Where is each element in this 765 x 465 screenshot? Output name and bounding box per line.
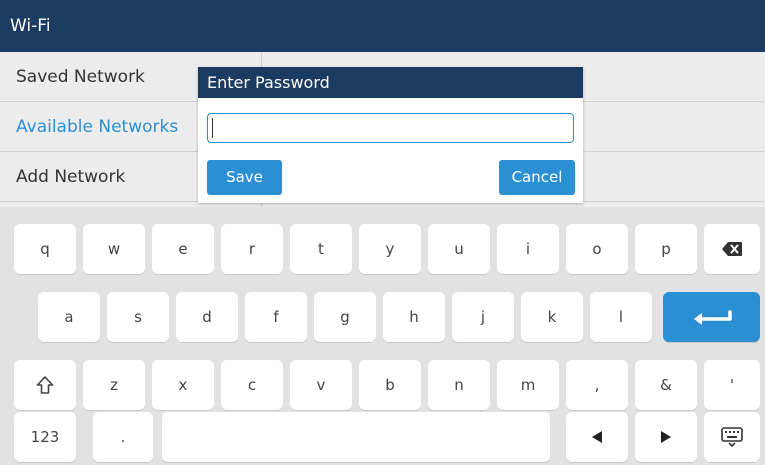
key-apostrophe[interactable]: ' <box>704 360 760 410</box>
key-period[interactable]: . <box>93 412 153 462</box>
key-h[interactable]: h <box>383 292 445 342</box>
key-s[interactable]: s <box>107 292 169 342</box>
title-bar: Wi-Fi <box>0 0 765 52</box>
wifi-screen: Wi-Fi Saved Network Available Networks A… <box>0 0 765 465</box>
key-y[interactable]: y <box>359 224 421 274</box>
key-t[interactable]: t <box>290 224 352 274</box>
key-q[interactable]: q <box>14 224 76 274</box>
menu-item-label: Available Networks <box>16 117 179 137</box>
cursor-right-key[interactable] <box>635 412 697 462</box>
key-p[interactable]: p <box>635 224 697 274</box>
key-x[interactable]: x <box>152 360 214 410</box>
dialog-title: Enter Password <box>198 67 583 98</box>
page-title: Wi-Fi <box>10 16 51 36</box>
backspace-key[interactable] <box>704 224 760 274</box>
hide-keyboard-key[interactable] <box>704 412 760 462</box>
key-i[interactable]: i <box>497 224 559 274</box>
key-k[interactable]: k <box>521 292 583 342</box>
key-j[interactable]: j <box>452 292 514 342</box>
menu-item-label: Add Network <box>16 167 126 187</box>
key-l[interactable]: l <box>590 292 652 342</box>
numeric-mode-key[interactable]: 123 <box>14 412 76 462</box>
save-button[interactable]: Save <box>207 160 282 195</box>
key-m[interactable]: m <box>497 360 559 410</box>
password-input[interactable] <box>207 113 574 143</box>
arrow-right-icon <box>661 431 671 443</box>
key-ampersand[interactable]: & <box>635 360 697 410</box>
key-u[interactable]: u <box>428 224 490 274</box>
on-screen-keyboard: q w e r t y u i o p a s d f g h j k l z … <box>0 207 765 465</box>
key-a[interactable]: a <box>38 292 100 342</box>
menu-item-label: Saved Network <box>16 67 145 87</box>
key-n[interactable]: n <box>428 360 490 410</box>
key-o[interactable]: o <box>566 224 628 274</box>
password-dialog: Enter Password Save Cancel <box>198 67 583 203</box>
enter-key[interactable] <box>663 292 760 342</box>
key-e[interactable]: e <box>152 224 214 274</box>
keyboard-hide-icon <box>721 427 743 447</box>
key-c[interactable]: c <box>221 360 283 410</box>
key-f[interactable]: f <box>245 292 307 342</box>
cursor-left-key[interactable] <box>566 412 628 462</box>
arrow-left-icon <box>592 431 602 443</box>
key-r[interactable]: r <box>221 224 283 274</box>
space-key[interactable] <box>162 412 550 462</box>
key-d[interactable]: d <box>176 292 238 342</box>
key-z[interactable]: z <box>83 360 145 410</box>
shift-key[interactable] <box>14 360 76 410</box>
cancel-button[interactable]: Cancel <box>499 160 575 195</box>
key-w[interactable]: w <box>83 224 145 274</box>
shift-icon <box>36 376 54 394</box>
backspace-icon <box>722 242 742 256</box>
enter-icon <box>693 310 732 325</box>
key-comma[interactable]: , <box>566 360 628 410</box>
key-g[interactable]: g <box>314 292 376 342</box>
key-b[interactable]: b <box>359 360 421 410</box>
text-caret <box>212 118 213 138</box>
key-v[interactable]: v <box>290 360 352 410</box>
